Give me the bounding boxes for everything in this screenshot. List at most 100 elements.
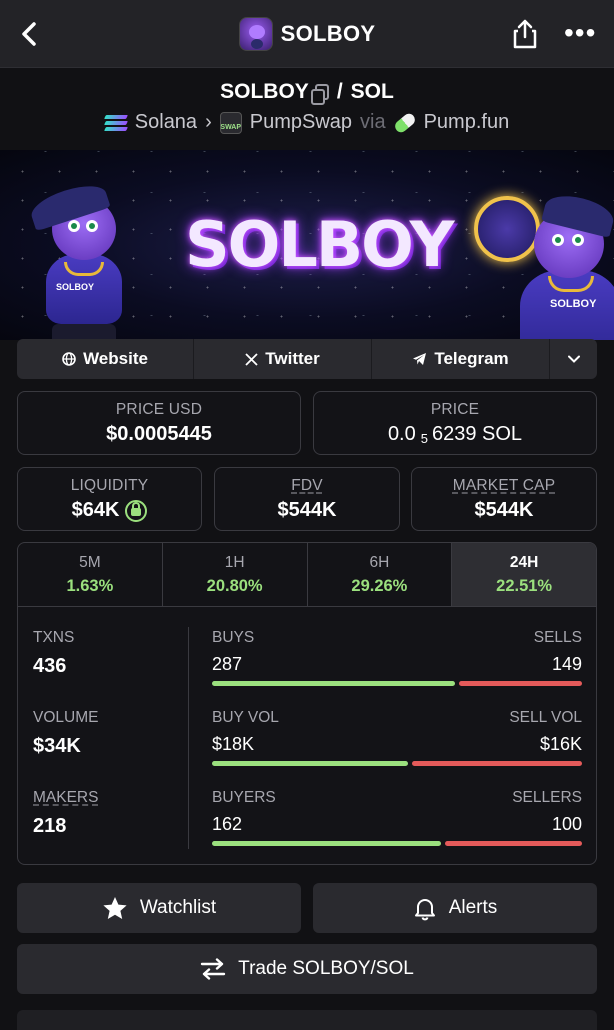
token-avatar <box>238 17 273 51</box>
price-native-card: PRICE 0.0 5 6239 SOL <box>313 391 597 455</box>
telegram-icon <box>413 353 427 365</box>
tab-1h-label: 1H <box>224 554 245 571</box>
buyers-sellers-row: BUYERS SELLERS 162 100 <box>212 789 582 846</box>
pair-base: SOLBOY <box>220 80 309 103</box>
tab-6h-change: 29.26% <box>351 577 408 595</box>
txns-value: 436 <box>33 655 67 677</box>
mascot-right-badge: SOLBOY <box>550 298 597 310</box>
tab-5m[interactable]: 5M 1.63% <box>18 543 163 606</box>
fdv-card: FDV $544K <box>214 467 400 531</box>
buys-sells-bar <box>212 681 582 686</box>
tab-24h-label: 24H <box>509 554 539 571</box>
bell-icon <box>414 898 435 920</box>
pair-title: SOLBOY / SOL <box>0 80 614 105</box>
pair-quote: SOL <box>350 80 394 103</box>
price-usd-label: PRICE USD <box>115 401 203 418</box>
chevron-down-icon <box>567 355 580 363</box>
website-label: Website <box>83 349 148 368</box>
price-native-zeros: 5 <box>420 431 428 446</box>
telegram-link[interactable]: Telegram <box>372 339 550 379</box>
pill-icon <box>392 110 417 135</box>
telegram-label: Telegram <box>434 349 509 368</box>
fdv-label[interactable]: FDV <box>215 477 399 495</box>
page-title: SOLBOY <box>280 21 376 46</box>
trade-label: Trade SOLBOY/SOL <box>238 958 414 979</box>
social-links: Website Twitter Telegram <box>17 339 597 379</box>
volume-split-row: BUY VOL SELL VOL $18K $16K <box>212 709 582 766</box>
makers-label[interactable]: MAKERS <box>33 789 98 807</box>
buyers-label: BUYERS <box>212 789 276 806</box>
lock-icon[interactable] <box>125 499 148 522</box>
buyers-sellers-bar <box>212 841 582 846</box>
liquidity-card: LIQUIDITY $64K <box>17 467 202 531</box>
fdv-value: $544K <box>277 499 337 521</box>
swap-arrows-icon <box>200 958 226 980</box>
twitter-label: Twitter <box>265 349 320 368</box>
market-cap-card: MARKET CAP $544K <box>411 467 597 531</box>
buyers-bar <box>212 841 441 846</box>
price-native-value: 0.0 5 6239 SOL <box>314 423 596 446</box>
alerts-button[interactable]: Alerts <box>313 883 597 933</box>
token-banner: SOLBOY SOLBOY SOLBOY <box>0 150 614 340</box>
tab-6h[interactable]: 6H 29.26% <box>308 543 453 606</box>
tab-6h-label: 6H <box>369 554 390 571</box>
price-native-label: PRICE <box>430 401 480 418</box>
website-link[interactable]: Website <box>17 339 194 379</box>
tab-24h-change: 22.51% <box>496 577 553 595</box>
star-icon <box>103 896 127 919</box>
market-cap-label[interactable]: MARKET CAP <box>412 477 596 495</box>
tab-5m-change: 1.63% <box>66 577 114 595</box>
alerts-label: Alerts <box>448 897 498 918</box>
links-dropdown[interactable] <box>550 339 597 379</box>
sell-vol-value: $16K <box>539 734 582 754</box>
banner-title: SOLBOY <box>185 208 455 281</box>
stats-panel: 5M 1.63% 1H 20.80% 6H 29.26% 24H 22.51% … <box>17 542 597 865</box>
sells-bar <box>459 681 582 686</box>
copy-icon[interactable] <box>310 84 329 105</box>
sellers-value: 100 <box>551 814 582 834</box>
tab-1h[interactable]: 1H 20.80% <box>163 543 308 606</box>
buy-vol-label: BUY VOL <box>212 709 279 726</box>
tab-24h[interactable]: 24H 22.51% <box>452 543 596 606</box>
price-usd-value: $0.0005445 <box>106 423 212 445</box>
price-native-prefix: 0.0 <box>387 423 416 445</box>
liquidity-value: $64K <box>71 499 120 521</box>
solana-icon <box>103 114 128 131</box>
buy-vol-bar <box>212 761 409 766</box>
tab-1h-change: 20.80% <box>206 577 263 595</box>
price-native-digits: 6239 SOL <box>431 423 523 445</box>
trade-button[interactable]: Trade SOLBOY/SOL <box>17 944 597 994</box>
sells-value: 149 <box>551 654 582 674</box>
sell-vol-label: SELL VOL <box>509 709 582 726</box>
buys-sells-row: BUYS SELLS 287 149 <box>212 629 582 686</box>
txns-label: TXNS <box>33 629 75 646</box>
sellers-label: SELLERS <box>512 789 582 806</box>
dex-link[interactable]: PumpSwap <box>250 111 352 134</box>
buys-label: BUYS <box>212 629 255 646</box>
volume-value: $34K <box>33 735 81 757</box>
liquidity-label: LIQUIDITY <box>70 477 149 494</box>
buys-value: 287 <box>212 654 243 674</box>
watchlist-label: Watchlist <box>139 897 217 918</box>
globe-icon <box>62 352 76 366</box>
more-options-icon[interactable]: ••• <box>564 19 596 47</box>
chain-link[interactable]: Solana <box>135 111 197 134</box>
makers-stat: MAKERS 218 <box>33 789 98 838</box>
mascot-left-badge: SOLBOY <box>56 282 95 292</box>
volume-stat: VOLUME $34K <box>33 709 98 758</box>
tab-5m-label: 5M <box>79 554 101 571</box>
buys-bar <box>212 681 456 686</box>
market-cap-value: $544K <box>474 499 534 521</box>
pumpswap-icon: SWAP <box>219 111 242 134</box>
share-icon[interactable] <box>510 18 540 50</box>
buy-vol-value: $18K <box>212 734 255 754</box>
sellers-bar <box>444 841 582 846</box>
twitter-link[interactable]: Twitter <box>194 339 372 379</box>
stats-divider <box>188 627 189 849</box>
txns-stat: TXNS 436 <box>33 629 74 678</box>
mascot-left: SOLBOY <box>26 178 146 340</box>
top-bar: SOLBOY ••• <box>0 0 614 68</box>
pair-separator: / <box>336 80 343 103</box>
launchpad-link[interactable]: Pump.fun <box>424 111 510 134</box>
watchlist-button[interactable]: Watchlist <box>17 883 301 933</box>
